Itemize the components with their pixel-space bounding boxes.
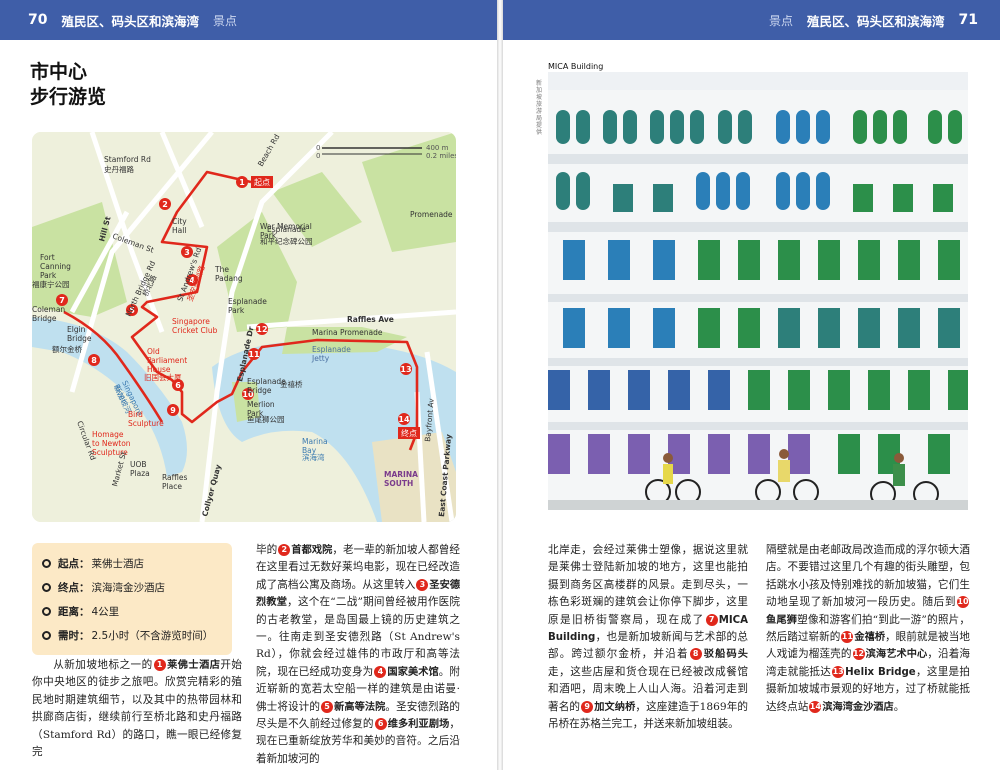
stop-name: 新高等法院 — [334, 701, 386, 713]
text-column-1: 从新加坡地标之一的 1 莱佛士酒店开始你中央地区的徒步之旅吧。欣赏完精彩的殖民地时期… — [32, 659, 243, 759]
scale-km: 400 m — [426, 144, 449, 152]
scale-zero: 0 — [316, 152, 320, 160]
stop-name: 滨海艺术中心 — [865, 649, 928, 661]
info-start: 起点： 莱佛士酒店 — [42, 551, 222, 575]
map-stop-13: 13 — [400, 363, 412, 375]
label-promenade: Promenade — [410, 210, 453, 219]
label-fort-canning-cn: 福康宁公园 — [32, 279, 70, 289]
info-duration: 需时： 2.5小时（不含游览时间） — [42, 623, 222, 647]
stop-number: 12 — [256, 325, 267, 334]
page-number: 70 — [28, 12, 48, 28]
map-stop-2: 2 — [159, 198, 171, 210]
stop-number: 2 — [162, 200, 168, 209]
label-marina-south: MARINA SOUTH — [384, 470, 418, 488]
title-line1: 市中心 — [30, 61, 88, 83]
stop-number: 9 — [170, 406, 176, 415]
info-label: 起点： — [58, 557, 90, 570]
stop-name: 国家美术馆 — [387, 666, 439, 678]
stop-name: 加文纳桥 — [594, 701, 636, 713]
label-raffles-ave: Raffles Ave — [347, 315, 394, 324]
header-left: 70 殖民区、码头区和滨海湾 景点 — [0, 0, 497, 40]
photo-caption: MICA Building — [548, 62, 604, 71]
stop-number: 6 — [175, 381, 181, 390]
info-value: 莱佛士酒店 — [91, 557, 145, 570]
title-line2: 步行游览 — [30, 86, 107, 108]
tour-info-box: 起点： 莱佛士酒店 终点： 滨海湾金沙酒店 距离： 4公里 需时： 2.5小时（不含游览… — [32, 543, 232, 655]
mica-building-photo — [548, 72, 968, 510]
stop-name: 维多利亚剧场 — [387, 719, 450, 731]
label-merlion-cn: 鱼尾狮公园 — [247, 414, 285, 424]
info-value: 滨海湾金沙酒店 — [91, 581, 166, 594]
stop-number: 7 — [59, 296, 65, 305]
chapter-title: 殖民区、码头区和滨海湾 — [807, 13, 945, 29]
info-label: 需时： — [58, 629, 90, 642]
stop-name: 驳船码头 — [702, 649, 748, 661]
map-stop-9: 9 — [167, 404, 179, 416]
label-old-parliament-cn: 旧国会大厦 — [144, 372, 182, 382]
photo-svg — [548, 72, 968, 510]
label-marina-bay-cn: 滨海湾 — [302, 452, 325, 462]
info-end: 终点： 滨海湾金沙酒店 — [42, 575, 222, 599]
stop-number: 13 — [400, 365, 411, 374]
stop-name: Helix Bridge — [845, 666, 916, 678]
photo-credit: 新加坡旅游局提供 — [536, 80, 543, 136]
stop-number: 3 — [184, 248, 190, 257]
info-label: 距离： — [58, 605, 90, 618]
info-value: 2.5小时（不含游览时间） — [91, 629, 214, 642]
info-value: 4公里 — [91, 605, 120, 618]
scale-zero: 0 — [316, 144, 320, 152]
stop-name: 鱼尾狮 — [766, 614, 798, 626]
info-distance: 距离： 4公里 — [42, 599, 222, 623]
stop-name: 首都戏院 — [291, 545, 333, 556]
scale-miles: 0.2 miles — [426, 152, 456, 160]
label-esplanade-bridge-cn: 金禧桥 — [280, 379, 303, 389]
page-number: 71 — [958, 12, 978, 28]
label-stamford-cn: 史丹福路 — [104, 164, 134, 174]
map-stop-8: 8 — [88, 354, 100, 366]
info-label: 终点： — [58, 581, 90, 594]
text-column-3: 北岸走，会经过莱佛士塑像，据说这里就是莱佛士登陆新加坡的地方，这里也能拍摄到商务… — [548, 544, 748, 731]
text-column-2: 毕的 2 首都戏院，老一辈的新加坡人都曾经在这里看过无数好莱坞电影，现在已经改造成了… — [256, 544, 461, 765]
walking-tour-map: 1 2 3 4 5 6 7 8 9 10 11 12 13 14 起点 终点 0… — [32, 132, 456, 522]
map-stop-14: 14 — [398, 413, 410, 425]
chapter-title: 殖民区、码头区和滨海湾 — [61, 13, 199, 29]
map-svg: 1 2 3 4 5 6 7 8 9 10 11 12 13 14 起点 终点 0… — [32, 132, 456, 522]
section-label: 景点 — [213, 13, 238, 28]
stop-number: 8 — [91, 356, 97, 365]
label-city-hall: City Hall — [172, 217, 187, 235]
stop-name: 金禧桥 — [854, 632, 886, 644]
header-right: 景点 殖民区、码头区和滨海湾 71 — [503, 0, 1000, 40]
text-column-4: 隔壁就是由老邮政局改造而成的浮尔顿大酒店。不要错过这里几个有趣的街头雕塑，包括跳… — [766, 544, 971, 713]
book-gutter — [497, 0, 503, 770]
page-title: 市中心 步行游览 — [30, 60, 106, 110]
section-label: 景点 — [768, 13, 793, 28]
label-elgin-cn: 额尔金桥 — [52, 344, 82, 354]
start-tag: 起点 — [254, 178, 270, 187]
label-stamford: Stamford Rd — [104, 155, 151, 164]
map-stop-1: 1 — [236, 176, 248, 188]
stop-number: 14 — [398, 415, 410, 424]
stop-name: 莱佛士酒店 — [166, 660, 221, 671]
map-stop-12: 12 — [256, 323, 268, 335]
end-tag: 终点 — [401, 428, 417, 438]
label-marina-promenade: Marina Promenade — [312, 328, 383, 337]
stop-name: 滨海湾金沙酒店 — [822, 701, 894, 713]
stop-number: 1 — [239, 178, 245, 187]
label-war-memorial-cn: 和平纪念碑公园 — [260, 236, 313, 246]
